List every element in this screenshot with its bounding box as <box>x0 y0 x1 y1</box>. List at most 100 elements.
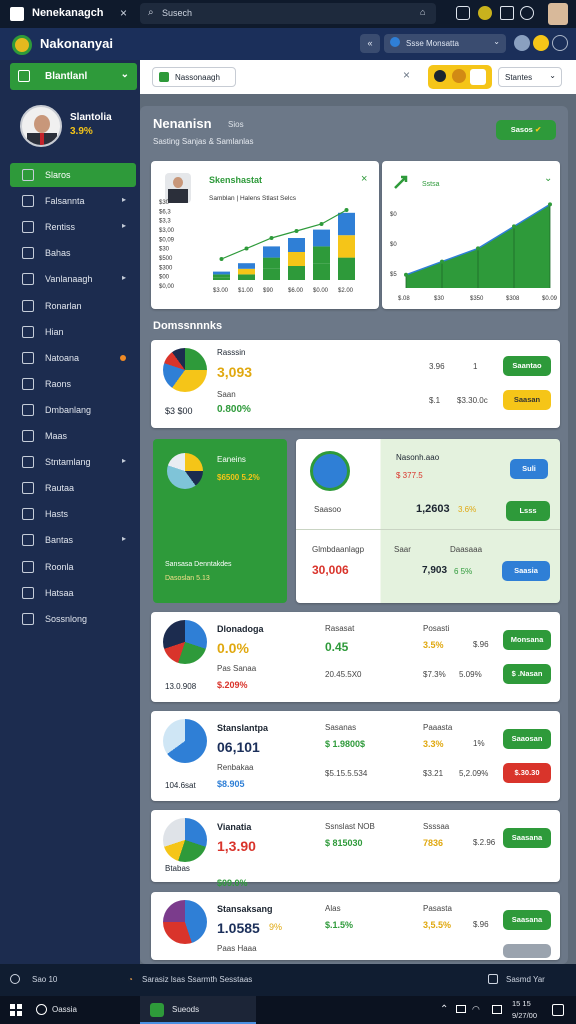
row-foot-value: $8.905 <box>217 779 245 789</box>
pie-chart <box>163 719 207 763</box>
sidebar-item-7[interactable]: Natoana <box>10 346 136 370</box>
sidebar-item-5[interactable]: Ronarlan <box>10 294 136 318</box>
sidebar-item-label: Rentiss <box>45 222 76 233</box>
row-action-button[interactable]: Saantao <box>503 356 551 376</box>
chevron-right-icon: ▸ <box>121 534 126 544</box>
settings-icon[interactable] <box>514 35 530 51</box>
sidebar-item-15[interactable]: Roonla <box>10 555 136 579</box>
summary-card: Rasssin 3,093 Saan 0.800% $3 $00 3.96 1 … <box>151 340 560 428</box>
bar <box>288 266 305 280</box>
row-secondary-button[interactable]: Saasan <box>503 390 551 410</box>
title-bar: Nenekanagch × ⌕ Susech ⌂ <box>0 0 576 28</box>
calendar-icon <box>22 403 34 416</box>
sidebar-item-10[interactable]: Maas <box>10 424 136 448</box>
y-tick-label: $6,3 <box>159 209 171 215</box>
sidebar-item-2[interactable]: Rentiss ▸ <box>10 215 136 239</box>
line-point <box>294 229 299 233</box>
row-c2-sub: $3.21 <box>423 769 444 778</box>
sidebar-item-8[interactable]: Raons <box>10 372 136 396</box>
sidebar-item-6[interactable]: Hian <box>10 320 136 344</box>
notifications-button[interactable] <box>428 65 492 89</box>
sidebar-item-9[interactable]: Dmbanlang <box>10 398 136 422</box>
bar <box>288 252 305 266</box>
row-foot-left: 104.6sat <box>165 781 196 790</box>
profile-avatar[interactable] <box>20 105 62 147</box>
sidebar-item-11[interactable]: Stntamlang ▸ <box>10 450 136 474</box>
sidebar-item-label: Hasts <box>45 509 69 520</box>
row-secondary-button[interactable]: $.30.30 <box>503 763 551 783</box>
coin-icon[interactable] <box>533 35 549 51</box>
sidebar-item-3[interactable]: Bahas <box>10 241 136 265</box>
inbox-icon <box>22 247 34 260</box>
row-m1: $.96 <box>473 920 489 929</box>
chevron-up-icon[interactable]: ⌃ <box>440 1004 448 1015</box>
window-icon <box>488 974 498 984</box>
start-icon[interactable] <box>10 1004 22 1016</box>
row-foot-label: Paas Haaa <box>217 944 257 953</box>
notification-icon[interactable] <box>552 1004 564 1016</box>
battery-icon[interactable] <box>456 1005 466 1013</box>
row-secondary-button[interactable]: $ .Nasan <box>503 664 551 684</box>
search-input[interactable]: ⌕ Susech ⌂ <box>140 3 436 24</box>
dropdown-value: Ssse Monsatta <box>406 39 459 48</box>
metric-m1: 3.96 <box>429 362 445 371</box>
alert-icon: ◔ <box>128 975 133 984</box>
wifi-icon[interactable]: ◠ <box>472 1004 480 1015</box>
detail-c2-value: 7,903 <box>422 565 448 576</box>
help-icon[interactable] <box>552 35 568 51</box>
sidebar-item-1[interactable]: Falsannta ▸ <box>10 189 136 213</box>
pie-chart <box>163 620 207 664</box>
speaker-icon[interactable] <box>492 1005 502 1014</box>
row-secondary-button[interactable] <box>503 944 551 958</box>
detail-mid-button[interactable]: Lsss <box>506 501 550 521</box>
close-window-button[interactable]: × <box>120 6 127 20</box>
sidebar-item-17[interactable]: Sossnlong <box>10 607 136 631</box>
sidebar-item-13[interactable]: Hasts <box>10 502 136 526</box>
y-tick-label: $00 <box>159 275 170 281</box>
row-action-button[interactable]: Monsana <box>503 630 551 650</box>
detail-left-label: Glmbdaanlagp <box>312 545 365 554</box>
y-tick-label: $3,3 <box>159 219 171 225</box>
search-icon[interactable] <box>36 1004 47 1015</box>
back-button[interactable]: « <box>360 34 380 53</box>
y-tick-label: $0 <box>390 212 397 218</box>
sidebar-item-12[interactable]: Rautaa <box>10 476 136 500</box>
metric-row-card: Stansaksang 1.0585 9% Paas Haaa Alas $.1.5% Pa… <box>151 892 560 960</box>
tag-icon <box>159 72 169 82</box>
status-select[interactable]: Stantes ⌄ <box>498 67 562 87</box>
sidebar-item-0[interactable]: Slaros <box>10 163 136 187</box>
lock-icon: ⌂ <box>420 7 426 17</box>
detail-c2-pct: 6 5% <box>454 567 473 576</box>
bar <box>263 246 280 258</box>
clipboard-icon[interactable] <box>500 6 514 20</box>
detail-bottom-button[interactable]: Saasia <box>502 561 550 581</box>
pie-chart <box>163 348 207 392</box>
green-card-value: $6500 5.2% <box>217 473 260 482</box>
green-card-title: Eaneins <box>217 455 246 464</box>
filter-chip[interactable]: Nassonaagh <box>152 67 236 87</box>
x-tick-label: $350 <box>470 296 484 302</box>
y-tick-label: $30 <box>159 200 170 206</box>
sidebar-item-4[interactable]: Vanlanaagh ▸ <box>10 267 136 291</box>
header-dropdown[interactable]: Ssse Monsatta ⌄ <box>384 34 506 53</box>
row-c1-label: Ssnslast NOB <box>325 822 375 831</box>
area-point <box>404 272 408 277</box>
row-action-button[interactable]: Saaosan <box>503 729 551 749</box>
bell-icon[interactable] <box>456 6 470 20</box>
row-action-button[interactable]: Saasana <box>503 828 551 848</box>
primary-action-button[interactable]: Sasos ✔ <box>496 120 556 140</box>
row-action-button[interactable]: Saasana <box>503 910 551 930</box>
coin-icon[interactable] <box>478 6 492 20</box>
area-chart: $0 $0 $5 $.08 $30 $350 $308 $0.09 <box>390 202 558 302</box>
x-tick-label: $2.00 <box>338 288 354 294</box>
taskbar-search[interactable]: Oassia <box>52 1005 77 1014</box>
detail-top-button[interactable]: Suli <box>510 459 548 479</box>
info-icon[interactable] <box>520 6 534 20</box>
sidebar-top-dropdown[interactable]: Blantlanl ⌄ <box>10 63 137 90</box>
sidebar-item-16[interactable]: Hatsaa <box>10 581 136 605</box>
clear-filter-button[interactable]: × <box>403 68 410 82</box>
user-avatar[interactable] <box>548 3 568 25</box>
sidebar-top-label: Blantlanl <box>45 71 88 82</box>
metric-m2: 1 <box>473 362 478 371</box>
sidebar-item-14[interactable]: Bantas ▸ <box>10 528 136 552</box>
